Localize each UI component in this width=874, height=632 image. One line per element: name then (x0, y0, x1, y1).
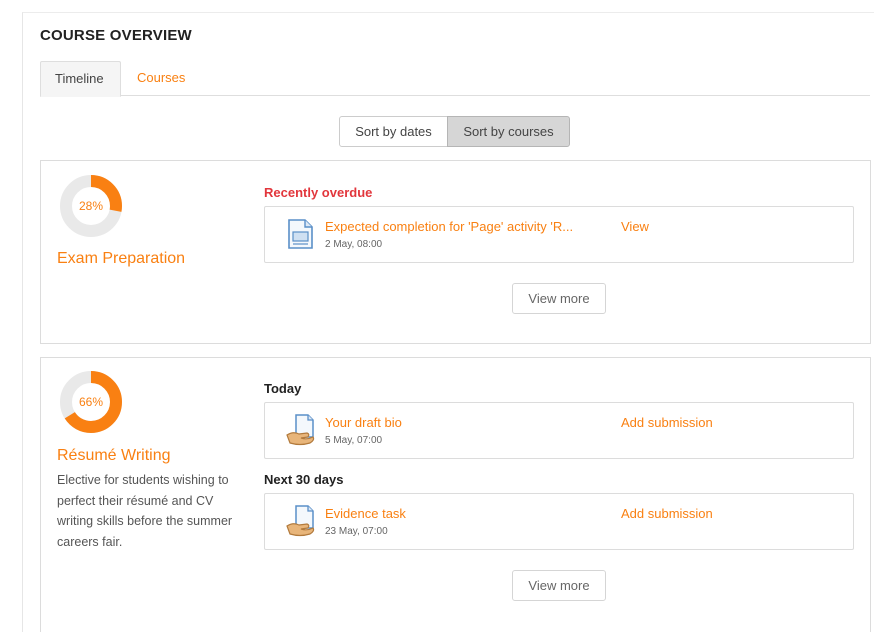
timeline-event: Your draft bio 5 May, 07:00 Add submissi… (264, 402, 854, 459)
section-heading: Today (264, 381, 302, 396)
progress-label: 66% (78, 395, 104, 409)
tab-bar: Timeline Courses (40, 61, 870, 97)
sort-by-dates-button[interactable]: Sort by dates (339, 116, 448, 147)
assignment-icon (286, 414, 315, 446)
assignment-icon (286, 505, 315, 537)
timeline-event: Evidence task 23 May, 07:00 Add submissi… (264, 493, 854, 550)
course-name[interactable]: Résumé Writing (57, 447, 171, 465)
section-heading: Recently overdue (264, 185, 373, 200)
course-description: Elective for students wishing to perfect… (57, 473, 233, 549)
event-name-link[interactable]: Evidence task (325, 506, 595, 521)
view-more-button[interactable]: View more (512, 570, 606, 601)
event-date: 2 May, 08:00 (325, 239, 383, 250)
page-icon (288, 219, 313, 249)
progress-label: 28% (78, 199, 104, 213)
view-more-button[interactable]: View more (512, 283, 606, 314)
event-date: 5 May, 07:00 (325, 435, 383, 446)
course-card: 28% Exam Preparation Recently overdue Ex… (40, 160, 871, 344)
section-heading: Next 30 days (264, 472, 344, 487)
course-card: 66% Résumé Writing Elective for students… (40, 357, 871, 632)
tab-timeline[interactable]: Timeline (40, 61, 121, 97)
event-action-add-submission[interactable]: Add submission (621, 415, 713, 430)
event-name-link[interactable]: Your draft bio (325, 415, 595, 430)
tab-courses[interactable]: Courses (123, 61, 199, 96)
timeline-event: Expected completion for 'Page' activity … (264, 206, 854, 263)
event-name-link[interactable]: Expected completion for 'Page' activity … (325, 219, 595, 234)
event-action-view[interactable]: View (621, 219, 649, 234)
block-title: COURSE OVERVIEW (40, 27, 192, 44)
sort-toggle-group: Sort by dates Sort by courses (339, 116, 570, 147)
sort-by-courses-button[interactable]: Sort by courses (447, 116, 570, 147)
event-action-add-submission[interactable]: Add submission (621, 506, 713, 521)
event-date: 23 May, 07:00 (325, 526, 388, 537)
course-name[interactable]: Exam Preparation (57, 250, 185, 268)
